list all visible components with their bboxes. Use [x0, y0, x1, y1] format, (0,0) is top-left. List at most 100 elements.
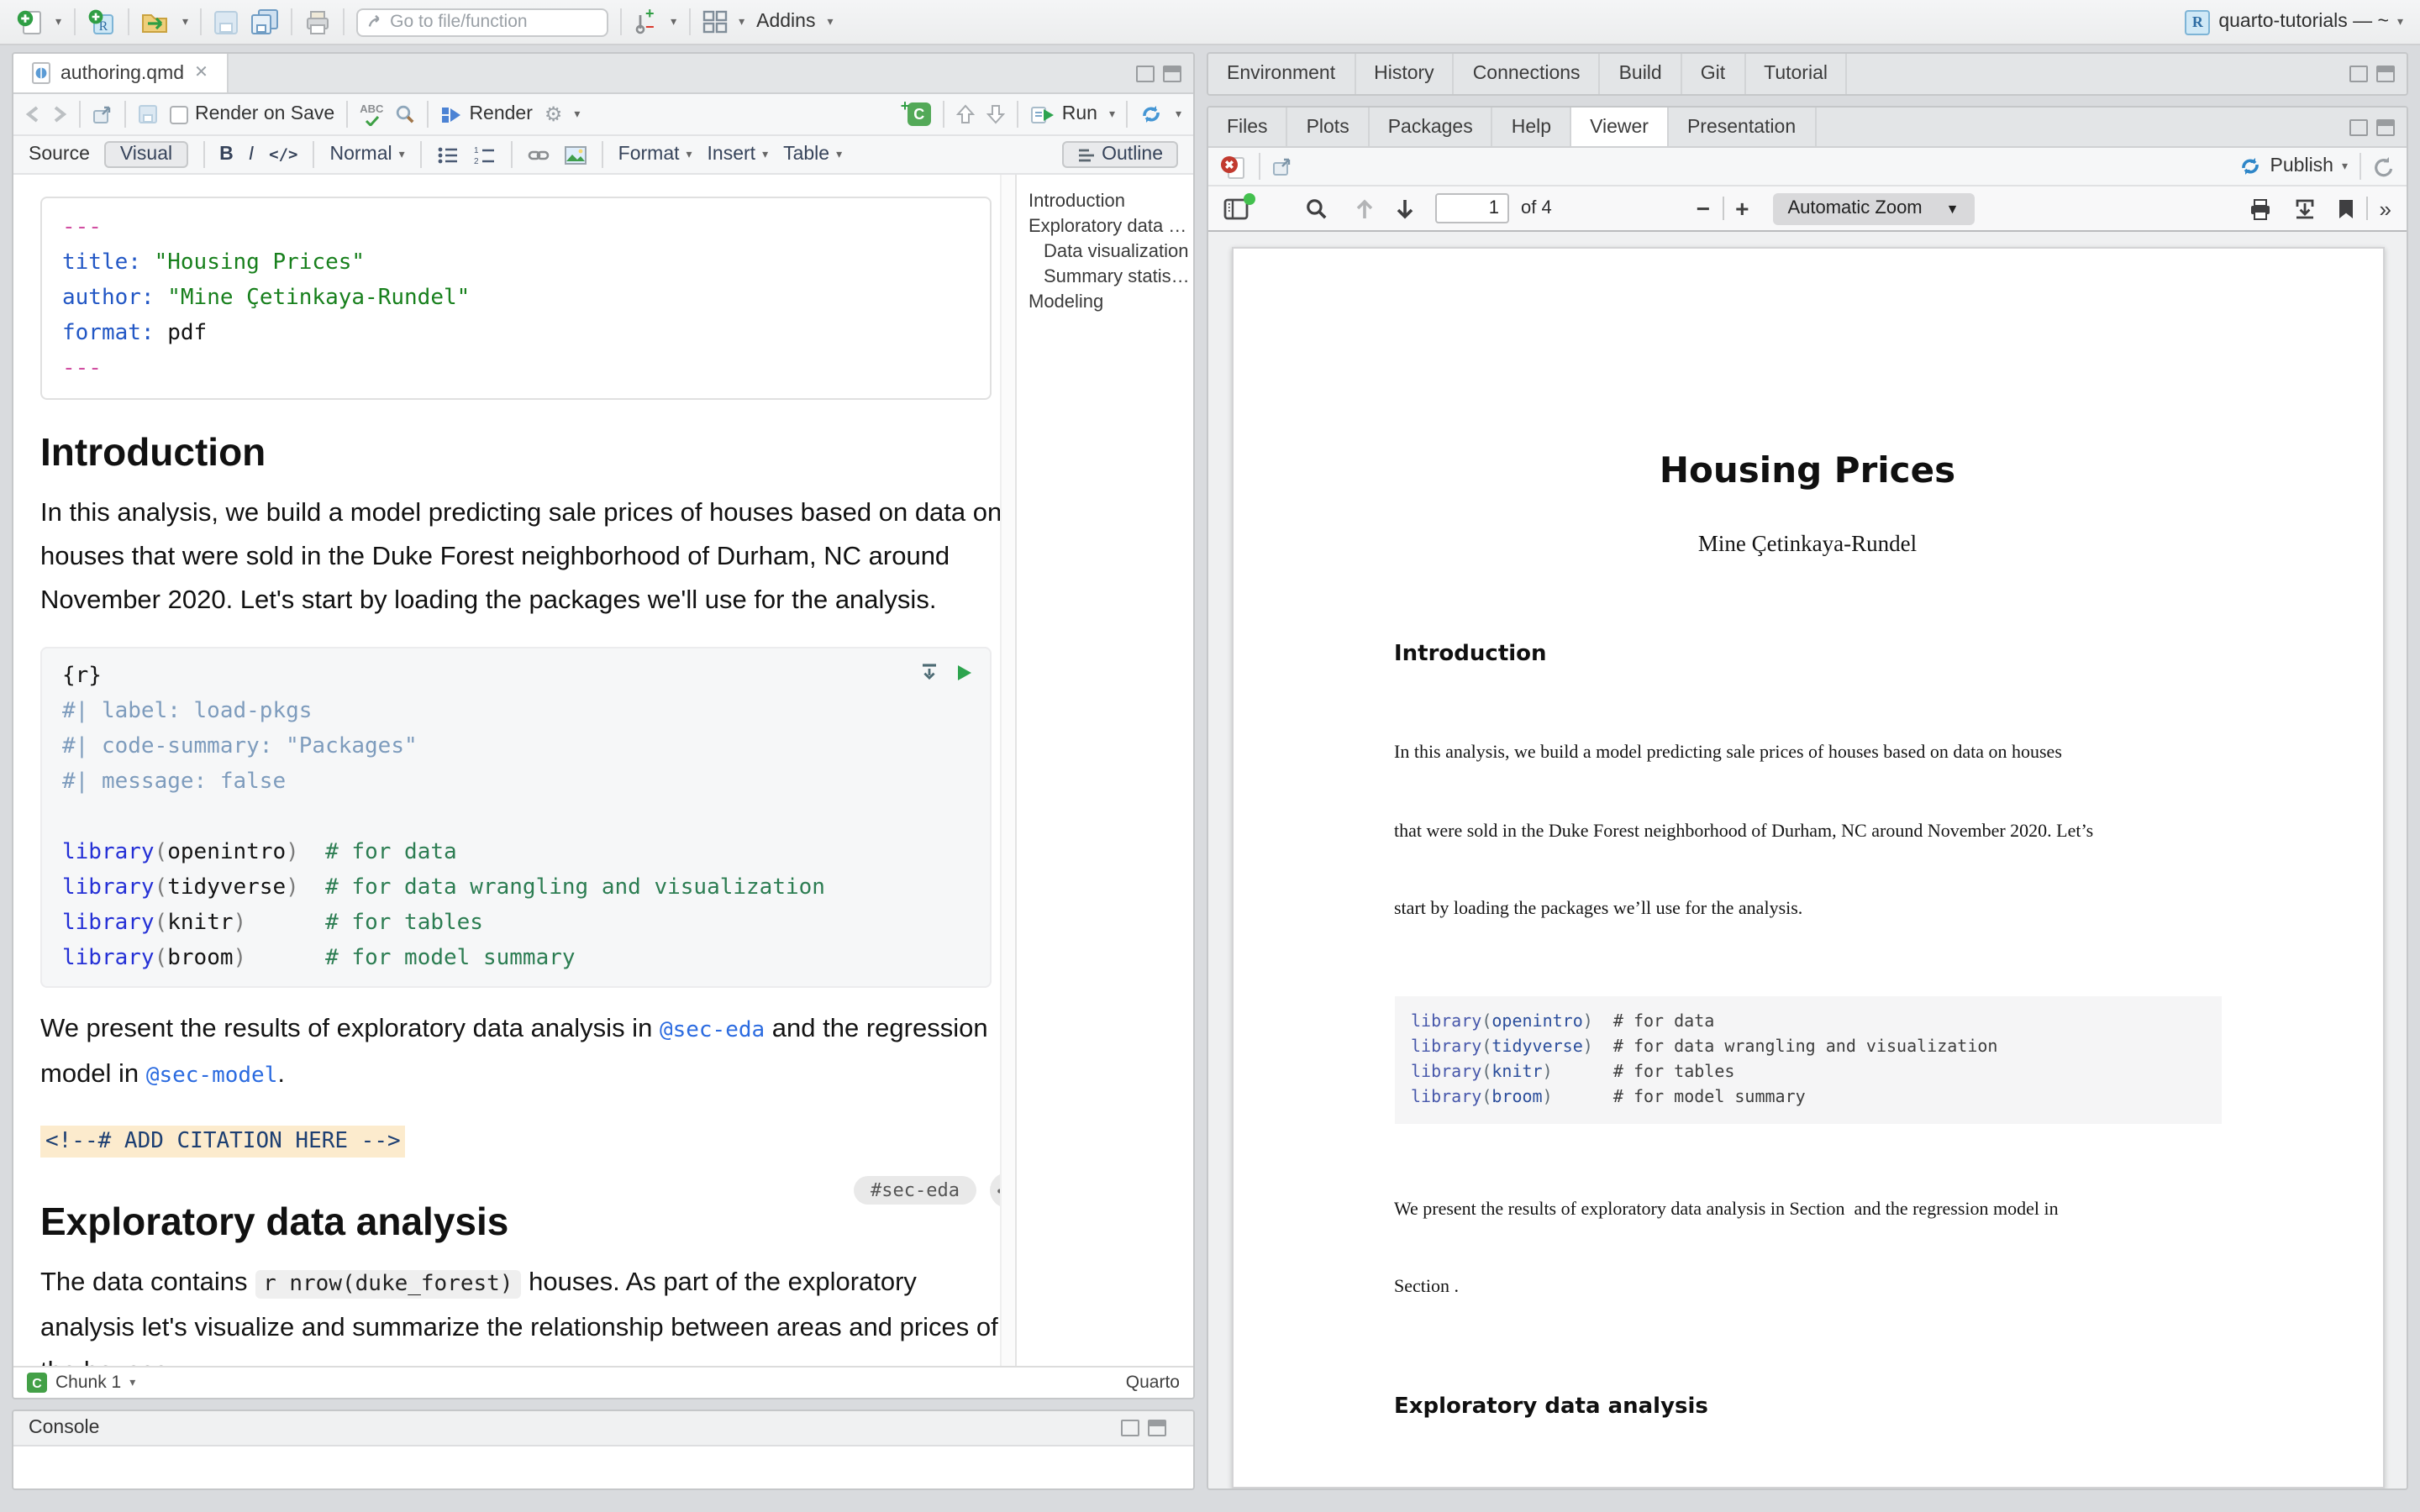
bold-button[interactable]: B — [219, 144, 234, 165]
spellcheck-icon[interactable]: ABC — [360, 103, 383, 125]
maximize-pane-icon[interactable] — [1163, 65, 1181, 81]
pdf-download-icon[interactable] — [2294, 197, 2316, 219]
tab-tutorial[interactable]: Tutorial — [1745, 54, 1848, 94]
insert-menu[interactable]: Insert▾ — [708, 144, 769, 165]
tab-plots[interactable]: Plots — [1288, 108, 1370, 146]
pdf-prev-page-icon[interactable] — [1355, 197, 1375, 219]
pane-layout-caret[interactable]: ▾ — [739, 16, 744, 28]
editor-scrollbar[interactable] — [1000, 175, 1015, 1366]
stop-viewer-icon[interactable] — [1220, 154, 1247, 179]
minimize-pane-icon[interactable] — [1121, 1420, 1139, 1436]
chunk-options-icon[interactable] — [919, 662, 939, 682]
doc-type-label[interactable]: Quarto — [1126, 1373, 1180, 1393]
addins-caret[interactable]: ▾ — [827, 16, 833, 28]
open-file-icon[interactable] — [140, 8, 171, 35]
code-button[interactable]: </> — [269, 145, 297, 164]
chunk-nav[interactable]: Chunk 1 — [55, 1373, 121, 1393]
checkbox-box[interactable] — [170, 105, 188, 123]
git-caret[interactable]: ▾ — [671, 16, 676, 28]
close-tab-icon[interactable]: ✕ — [194, 64, 208, 82]
image-icon[interactable] — [565, 145, 587, 164]
pdf-more-tools-button[interactable]: » — [2380, 196, 2391, 221]
tab-packages[interactable]: Packages — [1370, 108, 1493, 146]
project-menu[interactable]: R quarto-tutorials — ~ ▾ — [2185, 9, 2403, 34]
chunk-nav-caret[interactable]: ▾ — [129, 1377, 135, 1389]
console-body[interactable] — [13, 1446, 1193, 1488]
new-project-icon[interactable]: R — [87, 8, 115, 36]
maximize-pane-icon[interactable] — [2376, 66, 2395, 82]
pdf-page-input[interactable] — [1435, 193, 1509, 223]
document-editor[interactable]: --- title: "Housing Prices" author: "Min… — [13, 175, 1000, 1366]
render-on-save-checkbox[interactable]: Render on Save — [170, 104, 334, 124]
minimize-pane-icon[interactable] — [1136, 65, 1155, 81]
tab-files[interactable]: Files — [1208, 108, 1288, 146]
source-rerun-caret[interactable]: ▾ — [1176, 108, 1181, 120]
console-title[interactable]: Console — [29, 1418, 99, 1438]
pdf-print-icon[interactable] — [2249, 197, 2272, 219]
pdf-zoom-out-button[interactable]: − — [1697, 195, 1710, 222]
tab-environment[interactable]: Environment — [1208, 54, 1355, 94]
outline-item[interactable]: Summary statis… — [1028, 265, 1190, 291]
outline-item[interactable]: Modeling — [1028, 291, 1190, 316]
outline-toggle-button[interactable]: Outline — [1061, 141, 1178, 168]
publish-button[interactable]: Publish ▾ — [2238, 156, 2348, 176]
paragraph-style-select[interactable]: Normal ▾ — [330, 144, 405, 165]
outline-item[interactable]: Data visualization — [1028, 240, 1190, 265]
new-file-caret[interactable]: ▾ — [55, 16, 61, 28]
tab-connections[interactable]: Connections — [1455, 54, 1601, 94]
insert-chunk-icon[interactable]: C + — [908, 102, 931, 126]
pane-layout-icon[interactable] — [702, 10, 727, 34]
back-icon[interactable] — [25, 106, 40, 123]
run-chunk-icon[interactable] — [956, 663, 973, 681]
save-icon[interactable] — [213, 9, 239, 34]
goto-file-input[interactable] — [390, 12, 597, 32]
tab-help[interactable]: Help — [1493, 108, 1571, 146]
outline-item[interactable]: Introduction — [1028, 190, 1190, 215]
find-replace-icon[interactable] — [395, 104, 415, 124]
minimize-pane-icon[interactable] — [2349, 118, 2368, 135]
code-chunk-load-pkgs[interactable]: {r} #| label: load-pkgs #| code-summary:… — [40, 647, 992, 988]
pdf-sidebar-toggle-icon[interactable] — [1223, 197, 1249, 219]
tab-history[interactable]: History — [1355, 54, 1455, 94]
goto-file-box[interactable] — [356, 8, 608, 36]
tab-presentation[interactable]: Presentation — [1669, 108, 1816, 146]
section-options-button[interactable]: ••• — [990, 1173, 1000, 1208]
run-previous-icon[interactable] — [956, 104, 975, 124]
tab-authoring-qmd[interactable]: authoring.qmd ✕ — [13, 54, 229, 92]
source-mode-button[interactable]: Source — [29, 144, 90, 165]
format-menu[interactable]: Format▾ — [618, 144, 692, 165]
pdf-search-icon[interactable] — [1306, 197, 1328, 219]
table-menu[interactable]: Table▾ — [783, 144, 842, 165]
bullet-list-icon[interactable] — [437, 145, 459, 164]
italic-button[interactable]: I — [249, 144, 254, 165]
pdf-zoom-select[interactable]: Automatic Zoom ▼ — [1772, 192, 1974, 224]
viewer-refresh-icon[interactable] — [2373, 155, 2395, 177]
run-next-icon[interactable] — [986, 104, 1005, 124]
pdf-next-page-icon[interactable] — [1395, 197, 1415, 219]
publish-caret[interactable]: ▾ — [2342, 160, 2348, 172]
forward-icon[interactable] — [52, 106, 67, 123]
run-caret[interactable]: ▾ — [1109, 108, 1115, 120]
render-settings-icon[interactable]: ⚙ — [544, 102, 563, 126]
render-settings-caret[interactable]: ▾ — [574, 108, 580, 120]
popout-icon[interactable] — [92, 105, 113, 123]
open-recent-caret[interactable]: ▾ — [182, 16, 188, 28]
tab-viewer[interactable]: Viewer — [1571, 108, 1669, 146]
source-rerun-icon[interactable] — [1140, 104, 1164, 124]
minimize-pane-icon[interactable] — [2349, 66, 2368, 82]
visual-mode-button[interactable]: Visual — [105, 141, 187, 168]
addins-button[interactable]: Addins — [756, 12, 815, 32]
save-all-icon[interactable] — [250, 8, 279, 35]
link-icon[interactable] — [528, 145, 550, 164]
render-button[interactable]: Render — [440, 104, 532, 124]
maximize-pane-icon[interactable] — [1148, 1420, 1166, 1436]
save-doc-icon[interactable] — [138, 104, 158, 124]
print-icon[interactable] — [304, 9, 331, 34]
outline-item[interactable]: Exploratory data … — [1028, 215, 1190, 240]
viewer-popout-icon[interactable] — [1272, 157, 1292, 176]
maximize-pane-icon[interactable] — [2376, 118, 2395, 135]
pdf-zoom-in-button[interactable]: + — [1735, 195, 1749, 222]
new-file-icon[interactable] — [17, 8, 44, 36]
tab-build[interactable]: Build — [1601, 54, 1682, 94]
pdf-viewport[interactable]: Housing Prices Mine Çetinkaya-Rundel Int… — [1208, 232, 2407, 1488]
